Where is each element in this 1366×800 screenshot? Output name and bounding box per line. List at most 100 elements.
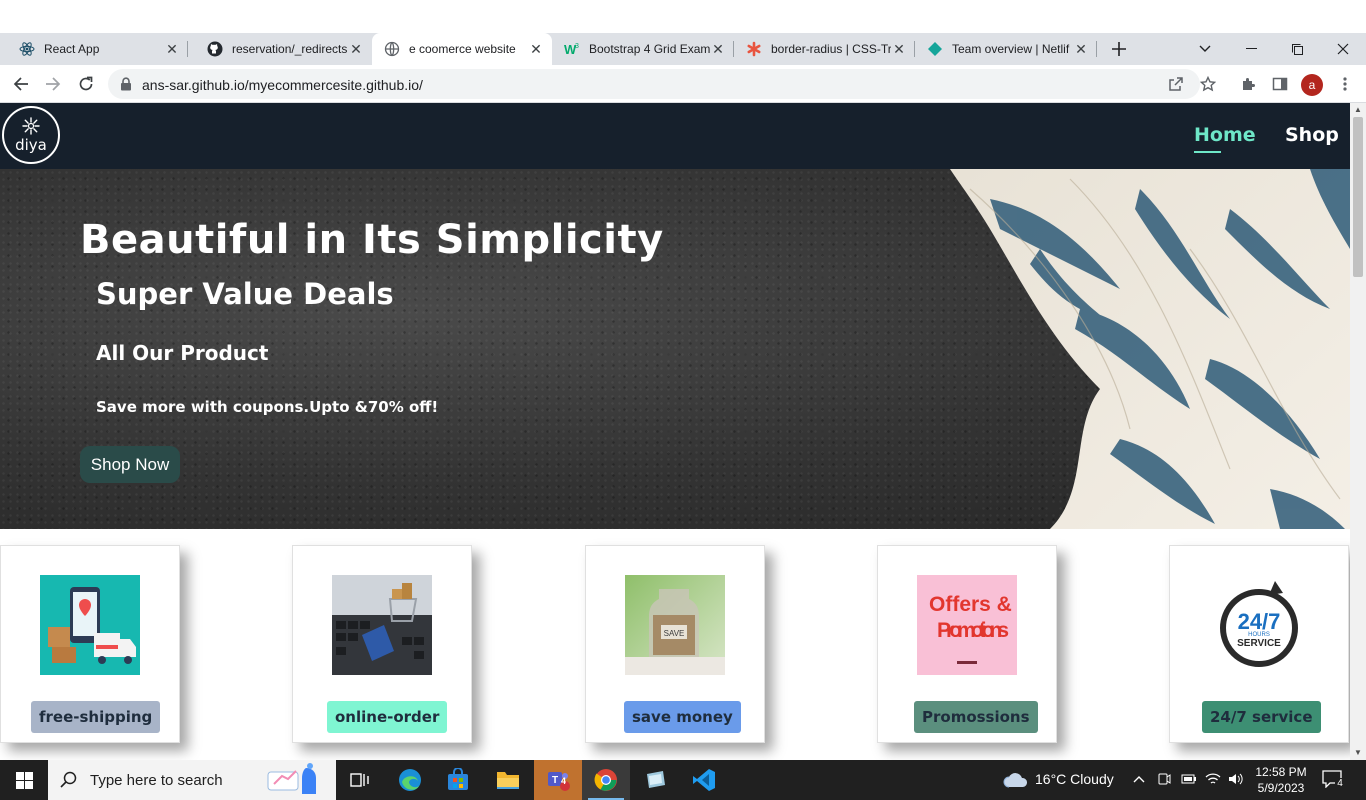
weather-text: 16°C Cloudy xyxy=(1035,771,1114,787)
more-vert-icon xyxy=(1343,77,1347,91)
extensions-button[interactable] xyxy=(1236,72,1260,96)
feature-card-free-shipping: free-shipping xyxy=(0,545,180,743)
star-icon xyxy=(1200,76,1216,92)
tab-netlify[interactable]: Team overview | Netlif ✕ xyxy=(915,33,1097,65)
tab-title: Team overview | Netlif xyxy=(952,42,1070,56)
tab-reservation[interactable]: reservation/_redirects ✕ xyxy=(188,33,372,65)
nav-home-link[interactable]: Home xyxy=(1194,124,1256,153)
tab-search-button[interactable] xyxy=(1182,33,1228,65)
close-icon[interactable]: ✕ xyxy=(891,41,907,57)
site-navbar: diya Home Shop xyxy=(0,103,1350,169)
fabric-image xyxy=(950,169,1350,529)
logo[interactable]: diya xyxy=(2,106,60,164)
folder-icon xyxy=(497,772,519,789)
weather-widget[interactable]: 16°C Cloudy xyxy=(1003,770,1114,788)
close-icon[interactable]: ✕ xyxy=(348,41,364,57)
close-icon[interactable]: ✕ xyxy=(710,41,726,57)
tab-react-app[interactable]: React App ✕ xyxy=(0,33,188,65)
side-panel-icon xyxy=(1272,77,1288,91)
shop-now-button[interactable]: Shop Now xyxy=(80,446,180,483)
scrollbar-thumb[interactable] xyxy=(1353,117,1363,277)
bookmark-button[interactable] xyxy=(1196,72,1220,96)
back-button[interactable] xyxy=(9,72,33,96)
plus-icon xyxy=(1112,42,1126,56)
close-window-button[interactable] xyxy=(1320,33,1366,65)
profile-avatar[interactable]: a xyxy=(1301,74,1323,96)
tab-title: reservation/_redirects xyxy=(232,42,348,56)
top-strip xyxy=(0,0,1366,33)
teams-button[interactable]: T 4 xyxy=(534,760,582,800)
arrow-left-icon xyxy=(13,77,28,91)
hero-text: Save more with coupons.Upto &70% off! xyxy=(96,398,439,416)
hero-title: Beautiful in Its Simplicity xyxy=(80,217,664,263)
search-icon xyxy=(60,771,77,788)
save-money-image: SAVE xyxy=(625,575,725,675)
close-icon[interactable]: ✕ xyxy=(164,41,180,57)
netlify-icon xyxy=(927,41,943,57)
globe-icon xyxy=(384,41,400,57)
tab-css-tricks[interactable]: border-radius | CSS-Tr ✕ xyxy=(734,33,915,65)
svg-text:Promotions: Promotions xyxy=(937,619,1009,642)
svg-text:SERVICE: SERVICE xyxy=(1237,638,1281,649)
online-order-image xyxy=(332,575,432,675)
chevron-up-icon[interactable] xyxy=(1133,772,1145,786)
chrome-button[interactable] xyxy=(582,760,630,800)
clock-time: 12:58 PM xyxy=(1255,765,1307,779)
url-field[interactable]: ans-sar.github.io/myecommercesite.github… xyxy=(108,69,1200,99)
minimize-icon xyxy=(1245,48,1257,49)
page-scrollbar[interactable]: ▲ ▼ xyxy=(1350,103,1366,760)
tab-bar: React App ✕ reservation/_redirects ✕ e c… xyxy=(0,33,1366,65)
clock[interactable]: 12:58 PM 5/9/2023 xyxy=(1248,764,1314,796)
share-button[interactable] xyxy=(1164,72,1188,96)
tab-title: border-radius | CSS-Tr xyxy=(771,42,891,56)
vscode-icon xyxy=(693,769,715,791)
reload-button[interactable] xyxy=(74,72,98,96)
feature-card-service: 24/7 HOURS SERVICE 24/7 service xyxy=(1169,545,1349,743)
file-explorer-button[interactable] xyxy=(484,760,532,800)
hero-tagline: All Our Product xyxy=(96,341,269,365)
edge-button[interactable] xyxy=(386,760,434,800)
store-button[interactable] xyxy=(434,760,482,800)
tab-bootstrap[interactable]: W3 Bootstrap 4 Grid Exam ✕ xyxy=(552,33,734,65)
svg-text:Offers &: Offers & xyxy=(929,593,1012,616)
app-window-button[interactable] xyxy=(632,760,680,800)
feature-label: Promossions xyxy=(914,701,1038,733)
search-placeholder: Type here to search xyxy=(90,771,223,789)
tab-ecommerce[interactable]: e coomerce website ✕ xyxy=(372,33,552,65)
scroll-up-icon[interactable]: ▲ xyxy=(1350,103,1366,117)
notification-button[interactable]: 4 xyxy=(1322,770,1345,790)
volume-icon[interactable] xyxy=(1228,772,1244,789)
feature-label: online-order xyxy=(327,701,448,733)
svg-text:24/7: 24/7 xyxy=(1238,609,1281,634)
vscode-button[interactable] xyxy=(680,760,728,800)
menu-button[interactable] xyxy=(1333,72,1357,96)
meet-now-icon[interactable] xyxy=(1157,772,1171,789)
side-panel-button[interactable] xyxy=(1268,72,1292,96)
close-icon[interactable]: ✕ xyxy=(1073,41,1089,57)
task-view-button[interactable] xyxy=(336,760,384,800)
taskbar-search[interactable]: Type here to search xyxy=(48,760,336,800)
w3schools-icon: W3 xyxy=(564,41,580,57)
new-tab-button[interactable] xyxy=(1096,33,1142,65)
battery-icon[interactable] xyxy=(1181,772,1197,789)
tab-title: React App xyxy=(44,42,100,56)
tab-title: e coomerce website xyxy=(409,42,516,56)
lock-icon[interactable] xyxy=(120,77,132,96)
minimize-button[interactable] xyxy=(1228,33,1274,65)
restore-button[interactable] xyxy=(1274,33,1320,65)
service-24-7-image: 24/7 HOURS SERVICE xyxy=(1209,575,1309,675)
nav-shop-link[interactable]: Shop xyxy=(1285,124,1339,146)
lotus-icon xyxy=(22,117,40,135)
scroll-down-icon[interactable]: ▼ xyxy=(1350,746,1366,760)
github-icon xyxy=(207,41,223,57)
wifi-icon[interactable] xyxy=(1205,772,1221,789)
notification-count: 4 xyxy=(1335,778,1345,790)
forward-button[interactable] xyxy=(41,72,65,96)
task-view-icon xyxy=(350,773,369,787)
close-icon[interactable]: ✕ xyxy=(528,41,544,57)
active-underline xyxy=(1194,151,1221,153)
promotions-image: Offers & Promotions xyxy=(917,575,1017,675)
restore-icon xyxy=(1291,43,1303,55)
search-highlight-icon xyxy=(267,763,316,794)
start-button[interactable] xyxy=(0,760,48,800)
